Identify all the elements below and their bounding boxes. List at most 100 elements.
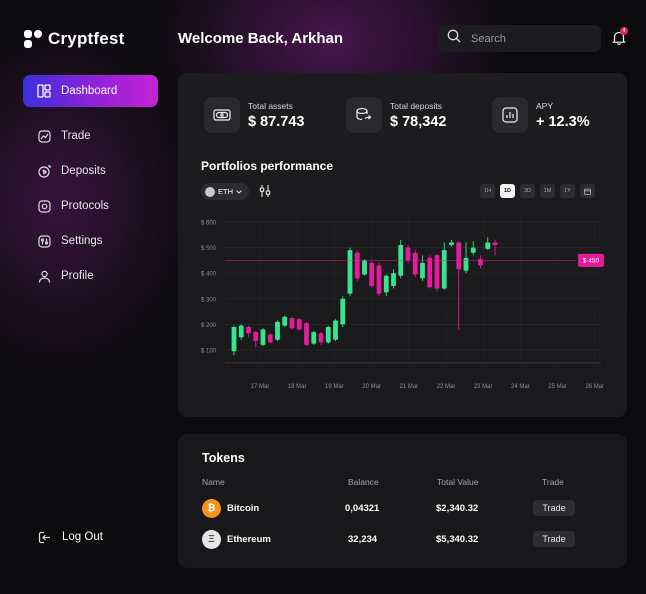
sidebar-item-deposits[interactable]: Deposits [23, 155, 158, 187]
x-tick-label: 22 Mar [437, 384, 456, 390]
sidebar-item-dashboard[interactable]: Dashboard [23, 75, 158, 107]
range-1h[interactable]: 1H [480, 184, 495, 198]
token-value: $2,340.32 [436, 503, 479, 514]
x-tick-label: 21 Mar [399, 384, 418, 390]
dashboard-icon [37, 84, 51, 98]
candle-body [441, 250, 447, 289]
user-icon [37, 269, 51, 283]
candle-body [333, 320, 338, 340]
token-name: Ethereum [227, 534, 271, 545]
candle-body [246, 326, 251, 334]
stat-label: APY [536, 100, 554, 111]
candle-body [354, 252, 360, 279]
bar-chart-icon [492, 97, 528, 133]
tokens-title: Tokens [202, 451, 245, 465]
x-tick-label: 26 Mar [585, 384, 604, 390]
candle-body [282, 316, 288, 326]
search-input[interactable] [471, 32, 591, 45]
candle-body [427, 257, 433, 288]
notification-badge: 4 [620, 27, 628, 35]
sidebar-item-protocols[interactable]: Protocols [23, 190, 158, 222]
candle-body [362, 260, 367, 275]
candle-body [412, 252, 418, 275]
stat-value: $ 87.743 [248, 113, 305, 130]
asset-label: ETH [218, 187, 233, 196]
y-tick-label: $ 400 [201, 272, 217, 278]
trade-button[interactable]: Trade [533, 500, 575, 516]
candle-body [492, 242, 498, 246]
filter-icon[interactable] [258, 184, 272, 203]
search-bar[interactable] [438, 25, 601, 52]
price-tag-label: $ 450 [583, 258, 600, 265]
sidebar-nav: Dashboard Trade Deposits Protocols Setti… [23, 75, 158, 295]
candle-body [405, 247, 411, 261]
app-name: Cryptfest [48, 29, 125, 48]
asset-selector[interactable]: ETH [201, 183, 249, 200]
candle-body [267, 334, 273, 343]
sidebar-item-label: Profile [61, 270, 94, 282]
table-row: Ξ Ethereum 32,234 $5,340.32 Trade [178, 528, 627, 552]
candle-body [275, 321, 280, 340]
range-3d[interactable]: 3D [520, 184, 535, 198]
candle-body [383, 275, 389, 293]
stat-total-assets: Total assets $ 87.743 [204, 97, 304, 133]
logout-button[interactable]: Log Out [37, 530, 103, 544]
page-title: Welcome Back, Arkhan [178, 30, 344, 47]
eth-coin-icon [205, 186, 215, 197]
range-1m[interactable]: 1M [540, 184, 555, 198]
logo-icon [24, 30, 42, 48]
x-tick-label: 23 Mar [474, 384, 493, 390]
token-balance: 32,234 [348, 534, 378, 545]
candle-body [340, 298, 346, 325]
sidebar-item-settings[interactable]: Settings [23, 225, 158, 257]
stat-apy: APY + 12.3% [492, 97, 590, 133]
candle-body [311, 332, 317, 344]
portfolio-panel: Total assets $ 87.743 Total deposits $ 7… [178, 73, 627, 417]
protocol-icon [37, 199, 51, 213]
trade-chart-icon [37, 129, 51, 143]
y-tick-label: $ 600 [201, 221, 217, 227]
settings-icon [37, 234, 51, 248]
sidebar-item-label: Protocols [61, 200, 109, 212]
candle-body [456, 242, 462, 270]
y-tick-label: $ 500 [201, 246, 217, 252]
candle-body [231, 326, 237, 352]
candle-body [347, 250, 353, 294]
sidebar-item-trade[interactable]: Trade [23, 120, 158, 152]
candle-body [376, 265, 382, 294]
candle-body [260, 329, 266, 345]
candle-body [289, 318, 295, 329]
column-header-total-value: Total Value [437, 477, 479, 487]
stat-label: Total assets [248, 100, 293, 111]
deposit-icon [346, 97, 382, 133]
candle-body [253, 332, 259, 342]
stat-total-deposits: Total deposits $ 78,342 [346, 97, 446, 133]
candle-body [470, 247, 476, 253]
ethereum-icon: Ξ [202, 530, 221, 549]
sidebar-item-profile[interactable]: Profile [23, 260, 158, 292]
candle-body [318, 333, 324, 343]
notifications-button[interactable]: 4 [612, 27, 628, 46]
chevron-down-icon [236, 189, 242, 194]
time-range-selector: 1H 1D 3D 1M 1Y [480, 184, 595, 198]
range-1d[interactable]: 1D [500, 184, 515, 198]
candle-body [369, 262, 375, 286]
y-tick-label: $ 100 [201, 349, 217, 355]
calendar-button[interactable] [580, 184, 595, 198]
candle-body [449, 242, 454, 246]
app-logo[interactable]: Cryptfest [24, 29, 124, 49]
logout-label: Log Out [62, 531, 103, 543]
x-tick-label: 17 Mar [251, 384, 270, 390]
sidebar-item-label: Settings [61, 235, 103, 247]
candle-body [304, 323, 309, 345]
token-balance: 0,04321 [345, 503, 380, 514]
x-tick-label: 19 Mar [325, 384, 344, 390]
sidebar-item-label: Dashboard [61, 85, 118, 97]
stat-value: $ 78,342 [390, 113, 447, 130]
y-tick-label: $ 300 [201, 297, 217, 303]
candle-body [325, 326, 331, 343]
table-row: ₿ Bitcoin 0,04321 $2,340.32 Trade [178, 497, 627, 521]
x-tick-label: 24 Mar [511, 384, 530, 390]
range-1y[interactable]: 1Y [560, 184, 575, 198]
trade-button[interactable]: Trade [533, 531, 575, 547]
